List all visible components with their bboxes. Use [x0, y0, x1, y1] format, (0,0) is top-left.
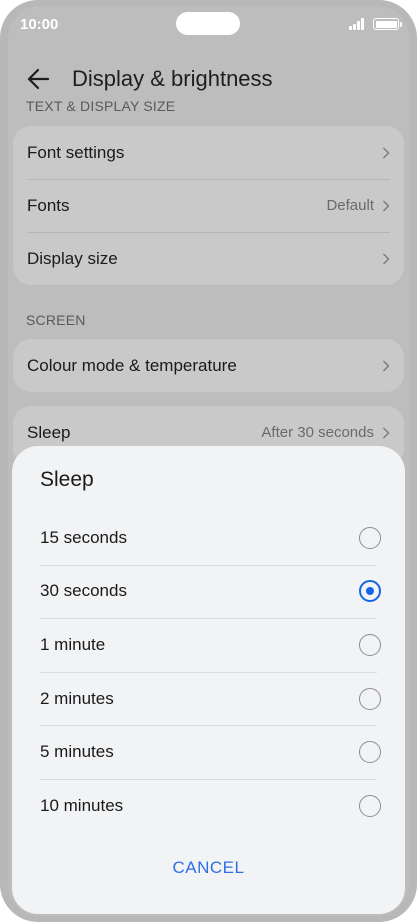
screen-card: Colour mode & temperature [13, 339, 404, 392]
screen: 10:00 Display & brightness TEXT & DISPLA… [8, 6, 409, 916]
sleep-options-list: 15 seconds 30 seconds 1 minute 2 minutes… [40, 511, 381, 833]
row-font-settings[interactable]: Font settings [13, 126, 404, 179]
row-label: Sleep [27, 422, 71, 442]
chevron-right-icon [383, 253, 390, 264]
sleep-dialog: Sleep 15 seconds 30 seconds 1 minute 2 m… [12, 446, 405, 914]
option-5-minutes[interactable]: 5 minutes [40, 725, 381, 779]
chevron-right-icon [383, 360, 390, 371]
row-value: After 30 seconds [261, 424, 374, 441]
row-label: Fonts [27, 195, 70, 215]
option-label: 30 seconds [40, 581, 127, 601]
phone-frame: 10:00 Display & brightness TEXT & DISPLA… [0, 0, 417, 922]
chevron-right-icon [383, 147, 390, 158]
status-time: 10:00 [20, 16, 59, 33]
option-label: 15 seconds [40, 527, 127, 547]
chevron-right-icon [383, 427, 390, 438]
option-1-minute[interactable]: 1 minute [40, 618, 381, 672]
section-label-screen: SCREEN [26, 312, 86, 328]
arrow-left-icon[interactable] [26, 66, 52, 92]
row-colour-mode[interactable]: Colour mode & temperature [13, 339, 404, 392]
option-label: 1 minute [40, 634, 106, 654]
battery-icon [373, 18, 402, 30]
radio-button[interactable] [359, 633, 381, 656]
camera-island [176, 12, 240, 35]
cancel-button[interactable]: CANCEL [12, 858, 405, 878]
radio-button[interactable] [359, 687, 381, 710]
row-label: Font settings [27, 142, 125, 162]
row-fonts[interactable]: Fonts Default [13, 179, 404, 232]
radio-button[interactable] [359, 794, 381, 817]
radio-button-checked[interactable] [359, 580, 381, 603]
option-15-seconds[interactable]: 15 seconds [40, 511, 381, 565]
signal-icon [349, 18, 365, 30]
page-title: Display & brightness [72, 66, 273, 91]
section-label-text-display: TEXT & DISPLAY SIZE [26, 98, 176, 114]
radio-button[interactable] [359, 526, 381, 549]
row-label: Display size [27, 248, 118, 268]
row-value: Default [326, 197, 374, 214]
option-label: 10 minutes [40, 795, 124, 815]
radio-button[interactable] [359, 741, 381, 764]
option-30-seconds[interactable]: 30 seconds [40, 564, 381, 619]
row-display-size[interactable]: Display size [13, 232, 404, 285]
option-10-minutes[interactable]: 10 minutes [40, 778, 381, 833]
header: Display & brightness [8, 54, 409, 104]
row-label: Colour mode & temperature [27, 355, 237, 375]
text-display-card: Font settings Fonts Default Display size [13, 126, 404, 285]
option-label: 2 minutes [40, 688, 114, 708]
dialog-title: Sleep [40, 468, 94, 491]
option-label: 5 minutes [40, 742, 114, 762]
chevron-right-icon [383, 200, 390, 211]
status-bar: 10:00 [8, 6, 409, 42]
option-2-minutes[interactable]: 2 minutes [40, 671, 381, 726]
